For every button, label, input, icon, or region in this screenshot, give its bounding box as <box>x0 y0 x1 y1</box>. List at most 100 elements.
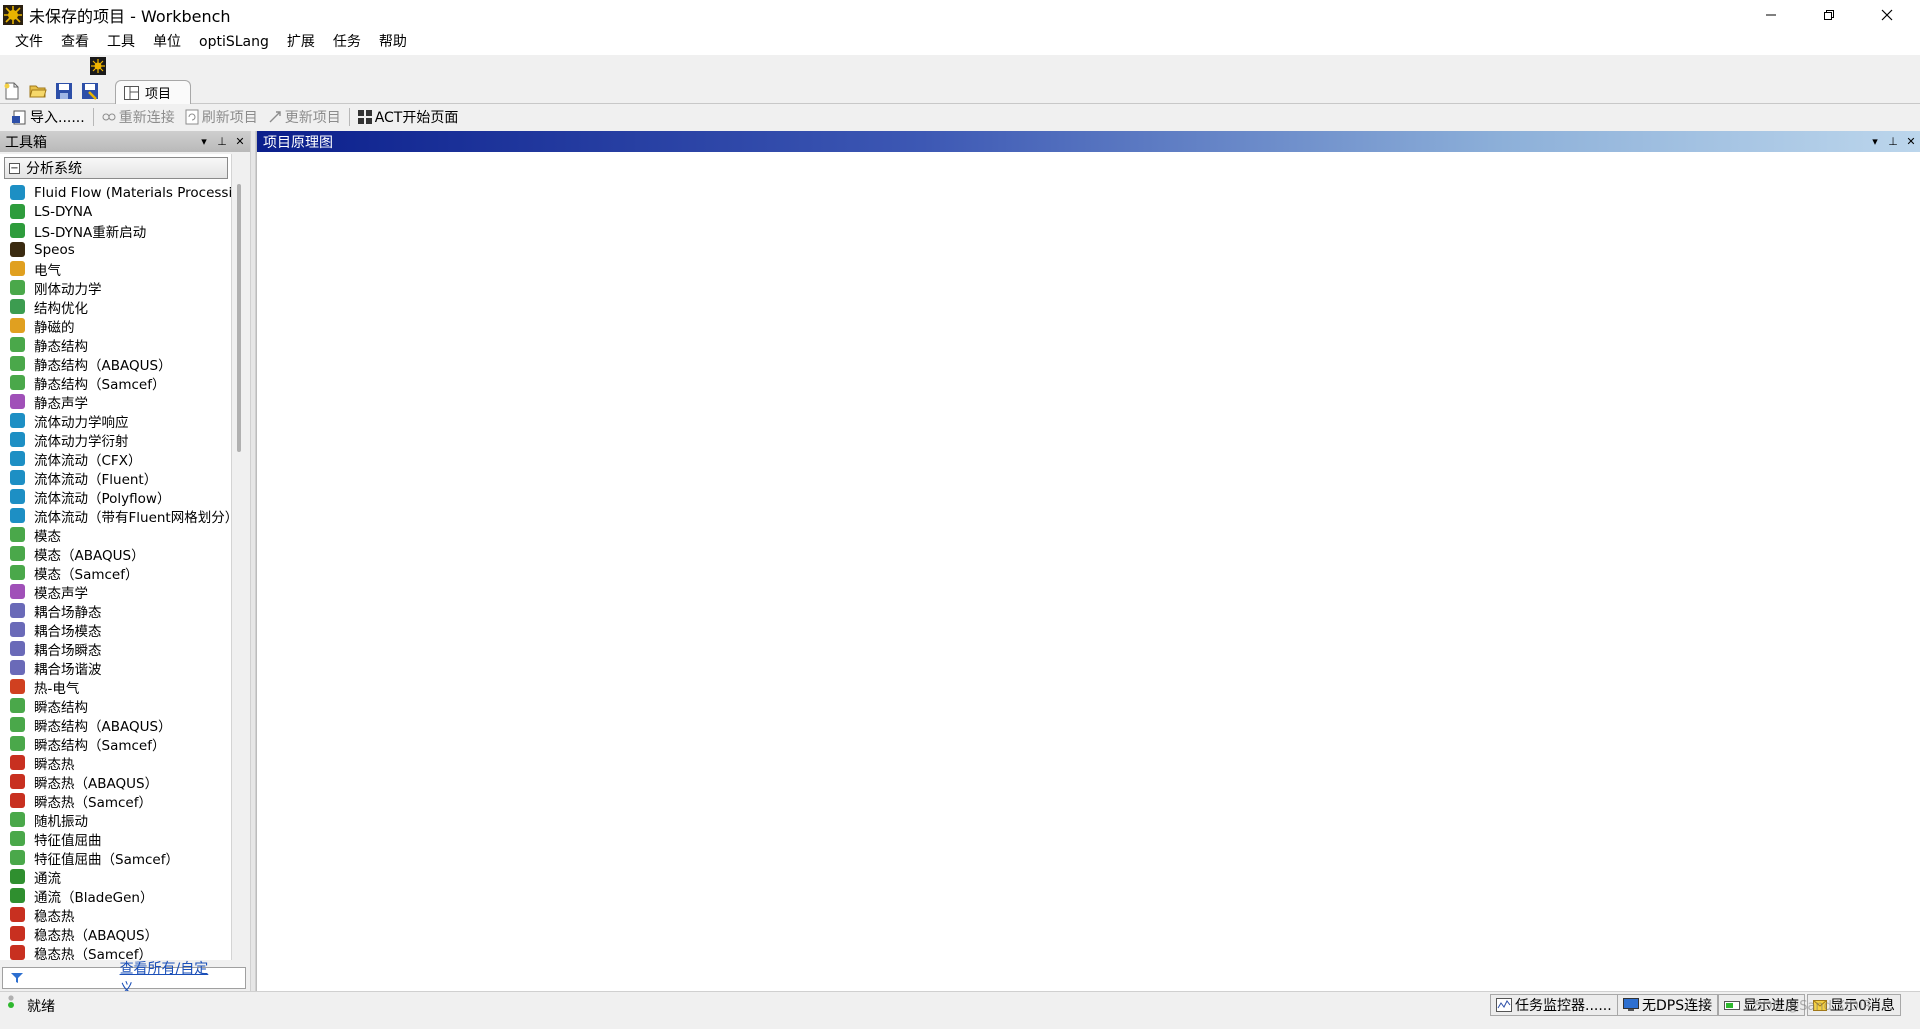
reconnect-button[interactable]: 重新连接 <box>97 106 180 128</box>
analysis-system-item[interactable]: LS-DYNA重新启动 <box>10 221 231 240</box>
menu-jobs[interactable]: 任务 <box>324 29 370 55</box>
analysis-system-item[interactable]: 模态（ABAQUS） <box>10 544 231 563</box>
analysis-system-item[interactable]: 电气 <box>10 259 231 278</box>
modal-acoustics-icon <box>10 584 25 599</box>
menu-units[interactable]: 单位 <box>144 29 190 55</box>
analysis-system-item[interactable]: 稳态热 <box>10 905 231 924</box>
analysis-system-item[interactable]: 瞬态热 <box>10 753 231 772</box>
save-as-icon[interactable] <box>81 82 99 100</box>
analysis-system-item[interactable]: 耦合场模态 <box>10 620 231 639</box>
open-folder-icon[interactable] <box>29 82 47 100</box>
throughflow-icon <box>10 888 25 903</box>
panel-close-icon[interactable]: ✕ <box>232 131 248 152</box>
dps-connection-button[interactable]: 无DPS连接 <box>1617 994 1719 1016</box>
analysis-system-item[interactable]: 模态声学 <box>10 582 231 602</box>
analysis-system-label: 耦合场静态 <box>34 604 102 621</box>
analysis-system-item[interactable]: 模态 <box>10 525 231 544</box>
task-monitor-label: 任务监控器...... <box>1515 998 1612 1014</box>
close-button[interactable] <box>1858 0 1916 29</box>
analysis-system-item[interactable]: 流体流动（CFX） <box>10 449 231 468</box>
pin-icon[interactable]: ⊥ <box>214 131 230 152</box>
menu-extensions[interactable]: 扩展 <box>278 29 324 55</box>
fluid-flow-icon <box>10 185 25 200</box>
analysis-system-item[interactable]: 特征值屈曲 <box>10 829 231 848</box>
thermal-electric-icon <box>10 679 25 694</box>
status-bar: 就绪 任务监控器...... 无DPS连接 显示进度 显示0消息 CSDN @S… <box>0 991 1920 1029</box>
analysis-system-item[interactable]: 流体动力学衍射 <box>10 430 231 449</box>
transient-structural-icon <box>10 698 25 713</box>
analysis-system-item[interactable]: LS-DYNA <box>10 202 231 221</box>
analysis-system-label: 静态结构 <box>34 338 88 355</box>
analysis-system-item[interactable]: 瞬态结构（Samcef） <box>10 734 231 753</box>
analysis-system-item[interactable]: 通流 <box>10 867 231 886</box>
analysis-system-label: 流体动力学响应 <box>34 414 129 431</box>
save-icon[interactable] <box>55 82 73 100</box>
analysis-system-label: 模态声学 <box>34 585 88 602</box>
new-file-icon[interactable] <box>3 82 21 100</box>
analysis-system-item[interactable]: 流体动力学响应 <box>10 411 231 431</box>
analysis-system-item[interactable]: 瞬态结构（ABAQUS） <box>10 715 231 734</box>
filter-icon[interactable] <box>10 972 24 984</box>
tab-project[interactable]: 项目 <box>115 80 191 104</box>
analysis-system-item[interactable]: 通流（BladeGen） <box>10 886 231 905</box>
refresh-project-button[interactable]: 刷新项目 <box>180 106 263 128</box>
reconnect-label: 重新连接 <box>118 110 175 126</box>
dropdown-arrow-icon[interactable]: ▾ <box>196 131 212 152</box>
analysis-system-item[interactable]: 静磁的 <box>10 316 231 335</box>
toolbox-content: − 分析系统 Fluid Flow (Materials Processing)… <box>0 154 232 960</box>
analysis-system-item[interactable]: 静态结构（Samcef） <box>10 373 231 393</box>
collapse-icon[interactable]: − <box>9 162 20 174</box>
analysis-system-item[interactable]: 流体流动（Polyflow） <box>10 487 231 506</box>
dropdown-arrow-icon[interactable]: ▾ <box>1867 131 1883 152</box>
task-monitor-button[interactable]: 任务监控器...... <box>1490 994 1618 1016</box>
analysis-system-label: 静态声学 <box>34 395 88 412</box>
analysis-systems-header[interactable]: − 分析系统 <box>4 157 228 179</box>
analysis-system-item[interactable]: 特征值屈曲（Samcef） <box>10 848 231 867</box>
status-text: 就绪 <box>27 999 55 1015</box>
menu-tools[interactable]: 工具 <box>98 29 144 55</box>
analysis-system-item[interactable]: 静态结构 <box>10 335 231 355</box>
analysis-system-item[interactable]: 瞬态热（Samcef） <box>10 791 231 810</box>
update-project-button[interactable]: 更新项目 <box>263 106 346 128</box>
act-start-page-button[interactable]: ACT开始页面 <box>353 106 464 128</box>
analysis-system-item[interactable]: 流体流动（带有Fluent网格划分） <box>10 506 231 525</box>
pin-icon[interactable]: ⊥ <box>1885 131 1901 152</box>
steady-thermal-icon <box>10 926 25 941</box>
panel-close-icon[interactable]: ✕ <box>1903 131 1919 152</box>
analysis-system-item[interactable]: 刚体动力学 <box>10 278 231 297</box>
restore-icon <box>1824 9 1834 20</box>
toolbox-scrollbar[interactable] <box>234 154 248 960</box>
analysis-system-item[interactable]: 热-电气 <box>10 677 231 696</box>
speos-icon <box>10 242 25 257</box>
speos-toolbar-icon[interactable] <box>90 57 106 75</box>
minimize-button[interactable] <box>1742 0 1800 29</box>
import-icon <box>12 110 26 125</box>
static-structural-icon <box>10 337 25 352</box>
hydrodynamic-response-icon <box>10 413 25 428</box>
analysis-system-item[interactable]: 静态结构（ABAQUS） <box>10 354 231 373</box>
analysis-system-item[interactable]: 流体流动（Fluent） <box>10 468 231 487</box>
restore-button[interactable] <box>1800 0 1858 29</box>
menu-help[interactable]: 帮助 <box>370 29 416 55</box>
analysis-system-item[interactable]: 模态（Samcef） <box>10 563 231 582</box>
menu-optislang[interactable]: optiSLang <box>190 29 278 55</box>
menu-file[interactable]: 文件 <box>6 29 52 55</box>
menu-view[interactable]: 查看 <box>52 29 98 55</box>
toolbox-header: 工具箱 ▾ ⊥ ✕ <box>0 131 250 152</box>
project-schematic-icon <box>124 85 139 100</box>
analysis-system-item[interactable]: 结构优化 <box>10 297 231 316</box>
scrollbar-thumb[interactable] <box>237 184 241 452</box>
analysis-system-item[interactable]: 随机振动 <box>10 810 231 829</box>
analysis-system-item[interactable]: 瞬态热（ABAQUS） <box>10 772 231 791</box>
analysis-system-item[interactable]: 静态声学 <box>10 392 231 412</box>
analysis-system-item[interactable]: 耦合场静态 <box>10 601 231 621</box>
analysis-system-item[interactable]: 耦合场瞬态 <box>10 639 231 658</box>
analysis-system-item[interactable]: Fluid Flow (Materials Processing) <box>10 183 231 202</box>
analysis-system-item[interactable]: 耦合场谐波 <box>10 658 231 677</box>
analysis-system-label: 静态结构（Samcef） <box>34 376 166 393</box>
analysis-system-item[interactable]: 瞬态结构 <box>10 696 231 715</box>
import-button[interactable]: 导入...... <box>6 106 90 128</box>
analysis-system-item[interactable]: Speos <box>10 240 231 259</box>
transient-thermal-icon <box>10 774 25 789</box>
analysis-system-item[interactable]: 稳态热（ABAQUS） <box>10 924 231 943</box>
